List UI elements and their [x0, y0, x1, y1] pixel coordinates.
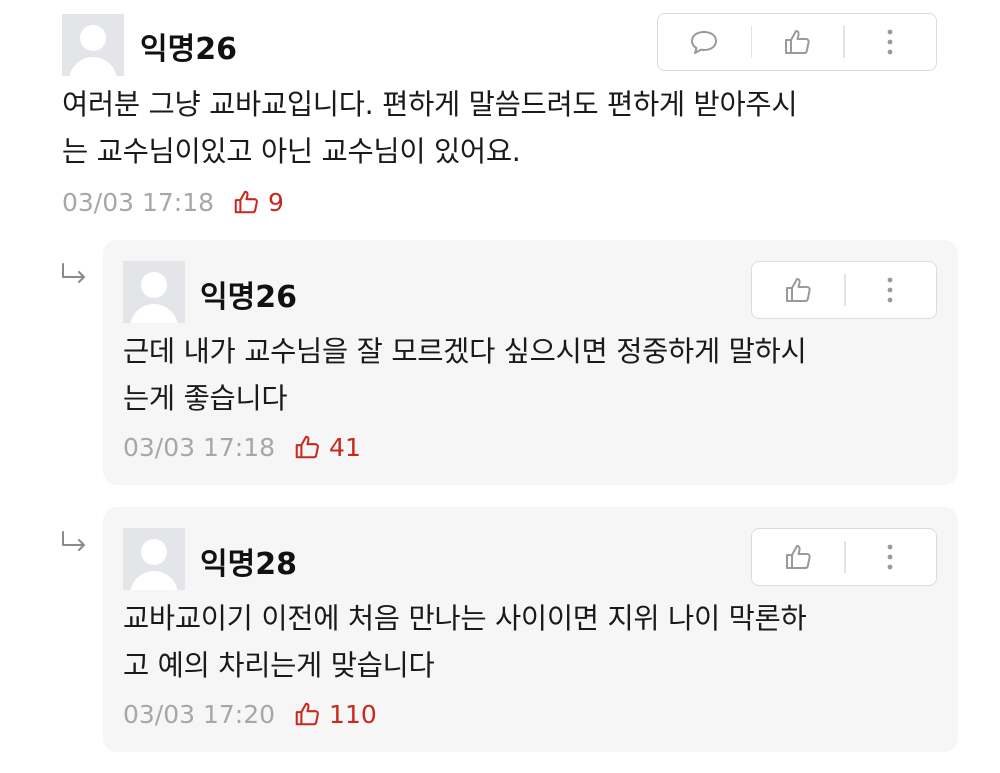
like-count: 110: [293, 700, 377, 729]
reply-text-line: 는게 좋습니다: [123, 382, 288, 415]
like-count-value: 41: [329, 432, 361, 462]
reply-meta: 03/03 17:20 110: [123, 696, 377, 732]
comment-meta: 03/03 17:18 9: [62, 184, 284, 220]
like-button[interactable]: [750, 14, 844, 70]
more-vertical-icon: [887, 29, 893, 55]
timestamp: 03/03 17:18: [123, 432, 276, 462]
comment-text-line: 는 교수님이있고 아닌 교수님이 있어요.: [62, 135, 521, 168]
reply-text-line: 교바교이기 이전에 처음 만나는 사이이면 지위 나이 막론하: [123, 602, 807, 635]
avatar: [123, 528, 185, 590]
thumbs-up-icon: [786, 545, 811, 569]
timestamp: 03/03 17:20: [123, 699, 276, 729]
timestamp: 03/03 17:18: [62, 187, 215, 217]
like-count-value: 110: [329, 699, 377, 729]
thumbs-up-icon: [234, 190, 258, 214]
reply-arrow-icon: [62, 263, 85, 283]
reply-arrow-icon: [62, 531, 85, 551]
comment-actions: [657, 13, 937, 71]
avatar: [62, 14, 124, 76]
like-count: 9: [232, 188, 284, 217]
thumbs-up-icon: [786, 278, 811, 302]
comment-icon: [691, 31, 718, 54]
comment-text: 여러분 그냥 교바교입니다. 편하게 말씀드려도 편하게 받아주시 는 교수님이…: [62, 81, 972, 175]
thumbs-up-icon: [295, 702, 319, 726]
reply-actions: [751, 261, 937, 319]
like-button[interactable]: [752, 262, 844, 318]
reply-actions: [751, 528, 937, 586]
comment-author: 익명26: [140, 32, 237, 67]
reply-item: 익명26 근데 내가 교수님을 잘 모르겠다 싶으시면 정중하게 말하시 는게 …: [103, 240, 958, 485]
reply-text: 교바교이기 이전에 처음 만나는 사이이면 지위 나이 막론하 고 예의 차리는…: [123, 595, 948, 689]
more-vertical-icon: [887, 277, 893, 303]
reply-meta: 03/03 17:18 41: [123, 429, 361, 465]
reply-text-line: 근데 내가 교수님을 잘 모르겠다 싶으시면 정중하게 말하시: [123, 335, 807, 368]
like-button[interactable]: [752, 529, 844, 585]
thumbs-up-icon: [295, 435, 319, 459]
more-button[interactable]: [844, 529, 936, 585]
reply-text: 근데 내가 교수님을 잘 모르겠다 싶으시면 정중하게 말하시 는게 좋습니다: [123, 328, 948, 422]
more-button[interactable]: [844, 262, 936, 318]
more-button[interactable]: [843, 14, 936, 70]
reply-text-line: 고 예의 차리는게 맞습니다: [123, 649, 435, 682]
like-count: 41: [293, 433, 361, 462]
comment-text-line: 여러분 그냥 교바교입니다. 편하게 말씀드려도 편하게 받아주시: [62, 88, 798, 121]
reply-author: 익명26: [200, 280, 297, 315]
more-vertical-icon: [887, 544, 893, 570]
reply-button[interactable]: [658, 14, 751, 70]
like-count-value: 9: [268, 187, 284, 217]
comment-item: 익명26 여러분 그냥 교바교입니다. 편하게 말씀드려도 편하게 받아주시 는…: [0, 0, 1000, 230]
reply-author: 익명28: [200, 547, 297, 582]
thumbs-up-icon: [785, 30, 810, 54]
reply-item: 익명28 교바교이기 이전에 처음 만나는 사이이면 지위 나이 막론하 고 예…: [103, 507, 958, 752]
avatar: [123, 261, 185, 323]
